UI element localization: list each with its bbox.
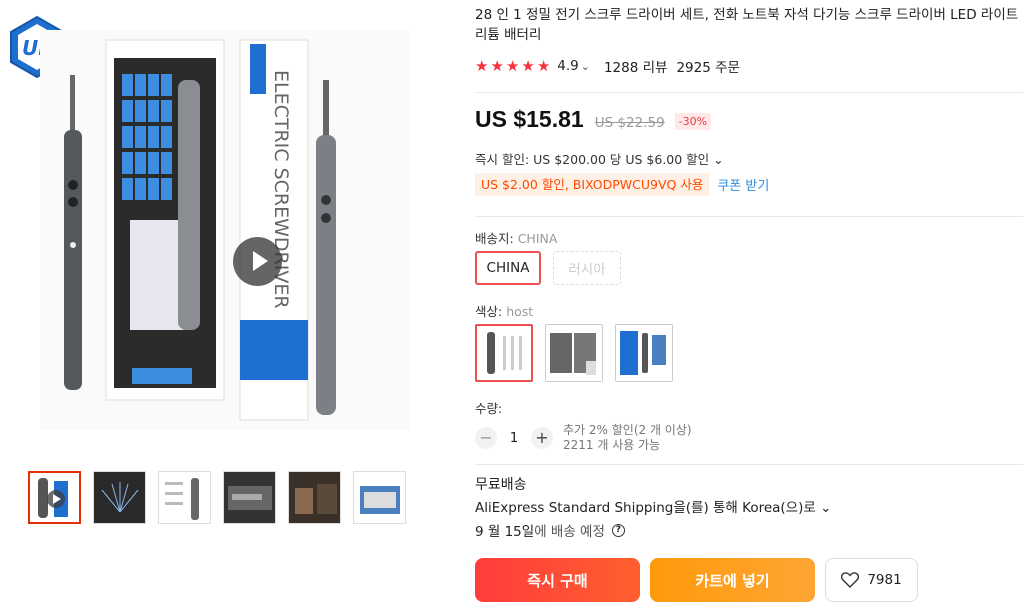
ship-from-option-china[interactable]: CHINA	[475, 251, 541, 285]
ship-from-label-text: 배송지:	[475, 231, 518, 246]
star-icon: ★	[490, 57, 504, 75]
rating-row: ★ ★ ★ ★ ★ 4.9 ⌄ 1288 리뷰 2925 주문	[475, 56, 740, 76]
star-icon: ★	[536, 57, 551, 75]
stock-available: 2211 개 사용 가능	[563, 438, 661, 452]
divider	[475, 216, 1023, 217]
eta-suffix: 에 배송 예정	[534, 524, 605, 540]
color-value: host	[506, 304, 534, 319]
chevron-down-icon[interactable]: ⌄	[581, 60, 590, 73]
thumbnail-4[interactable]	[223, 471, 276, 524]
price-row: US $15.81 US $22.59 -30%	[475, 106, 712, 133]
free-shipping-title: 무료배송	[475, 477, 527, 493]
rating-value[interactable]: 4.9	[557, 58, 578, 74]
main-product-image[interactable]: ELECTRIC SCREWDRIVER	[40, 30, 410, 430]
decrease-quantity-button[interactable]: −	[475, 427, 497, 449]
ship-from-label: 배송지: CHINA	[475, 228, 557, 247]
ship-from-value: CHINA	[517, 231, 558, 246]
heart-icon	[841, 572, 860, 588]
star-icon: ★	[521, 57, 535, 75]
quantity-notes: 추가 2% 할인(2 개 이상) 2211 개 사용 가능	[563, 423, 692, 453]
rating-stars[interactable]: ★ ★ ★ ★ ★	[475, 58, 550, 74]
shipping-method-dropdown[interactable]: AliExpress Standard Shipping을(를) 통해 Kore…	[475, 496, 831, 516]
thumbnail-2[interactable]	[93, 471, 146, 524]
add-to-cart-button[interactable]: 카트에 넣기	[650, 558, 815, 602]
quantity-stepper: − 1 + 추가 2% 할인(2 개 이상) 2211 개 사용 가능	[475, 423, 692, 453]
star-icon: ★	[505, 57, 520, 75]
original-price: US $22.59	[594, 115, 665, 131]
review-count-link[interactable]: 1288 리뷰	[604, 56, 668, 76]
color-option-2[interactable]	[545, 324, 603, 382]
current-price: US $15.81	[475, 106, 584, 132]
product-title: 28 인 1 정밀 전기 스크루 드라이버 세트, 전화 노트북 자석 다기능 …	[475, 7, 1019, 43]
divider	[475, 464, 1023, 465]
wishlist-button[interactable]: 7981	[825, 558, 918, 602]
play-video-icon[interactable]	[233, 237, 282, 286]
quantity-label: 수량:	[475, 401, 503, 416]
wishlist-count: 7981	[867, 572, 902, 588]
buy-now-button[interactable]: 즉시 구매	[475, 558, 640, 602]
eta-date: 9 월 15일	[475, 524, 535, 540]
help-icon[interactable]: ?	[611, 523, 625, 537]
quantity-input[interactable]: 1	[497, 430, 531, 446]
order-count: 2925 주문	[676, 60, 740, 76]
thumbnail-3[interactable]	[158, 471, 211, 524]
color-option-3[interactable]	[615, 324, 673, 382]
increase-quantity-button[interactable]: +	[531, 427, 553, 449]
thumbnail-1[interactable]	[28, 471, 81, 524]
coupon-row: US $2.00 할인, BIXODPWCU9VQ 사용 쿠폰 받기	[475, 173, 769, 196]
divider	[475, 92, 1023, 93]
discount-badge: -30%	[674, 113, 712, 130]
color-label: 색상: host	[475, 301, 533, 320]
instant-discount-dropdown[interactable]: 즉시 할인: US $200.00 당 US $6.00 할인 ⌄	[475, 149, 724, 168]
delivery-eta: 9 월 15일 에 배송 예정 ?	[475, 520, 625, 540]
color-option-host[interactable]	[475, 324, 533, 382]
thumbnail-6[interactable]	[353, 471, 406, 524]
thumbnail-5[interactable]	[288, 471, 341, 524]
ship-from-option-russia[interactable]: 러시아	[553, 251, 621, 285]
coupon-code-badge: US $2.00 할인, BIXODPWCU9VQ 사용	[475, 173, 710, 196]
bulk-discount-note: 추가 2% 할인(2 개 이상)	[563, 423, 692, 437]
get-coupon-link[interactable]: 쿠폰 받기	[717, 175, 769, 194]
star-icon: ★	[475, 57, 489, 75]
color-label-text: 색상:	[475, 304, 507, 319]
